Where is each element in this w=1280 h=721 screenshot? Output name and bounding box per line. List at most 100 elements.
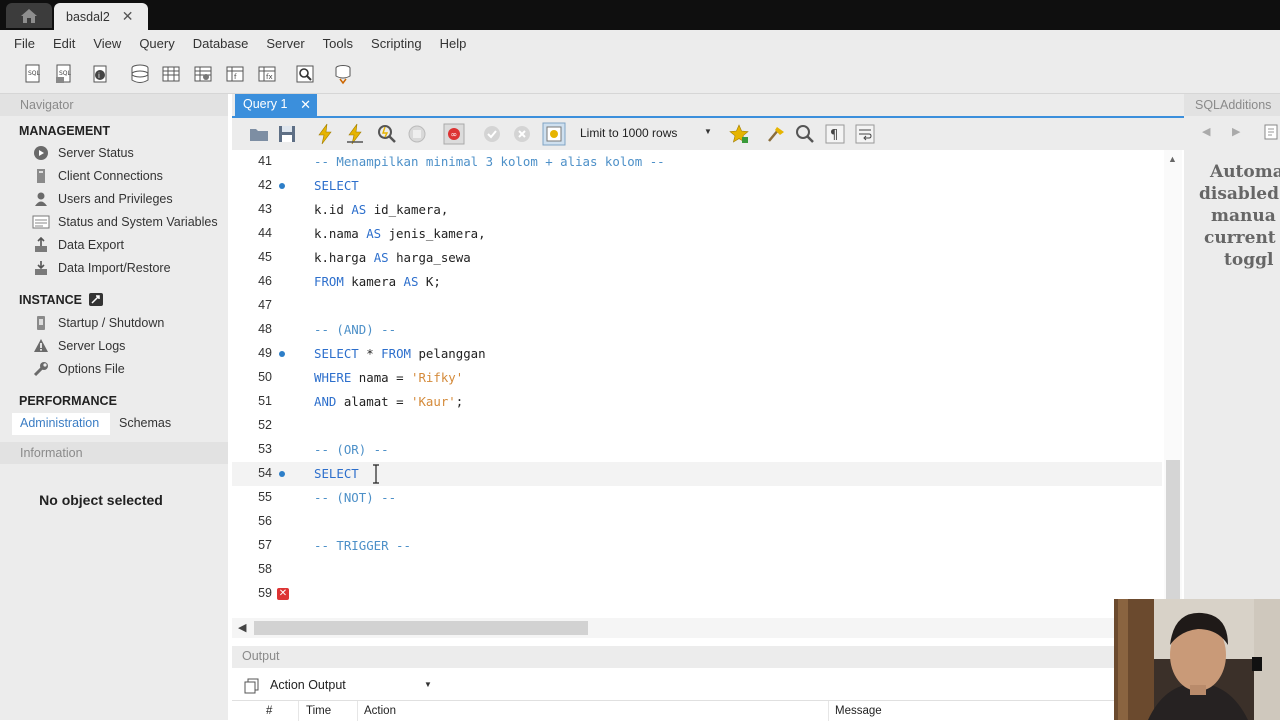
help-text-line: manua xyxy=(1211,206,1276,226)
create-function-icon[interactable]: fx xyxy=(256,63,278,85)
editor-vertical-scrollbar[interactable]: ▲ xyxy=(1164,150,1182,618)
sql-additions-header: SQLAdditions xyxy=(1184,94,1280,116)
reconnect-icon[interactable] xyxy=(332,63,354,85)
error-marker-icon[interactable]: ✕ xyxy=(277,588,289,600)
tab-administration[interactable]: Administration xyxy=(12,413,110,435)
wrench-icon xyxy=(32,361,50,377)
webcam-overlay xyxy=(1114,599,1280,720)
connection-tab[interactable]: basdal2 ✕ xyxy=(54,3,148,30)
commit-icon[interactable] xyxy=(481,123,503,145)
management-title: MANAGEMENT xyxy=(19,124,110,138)
new-sql-tab-icon[interactable]: SQL xyxy=(22,63,44,85)
code-line-current: 54 SELECT xyxy=(232,462,1162,486)
vertical-scroll-thumb[interactable] xyxy=(1166,460,1180,618)
code-line: 52 xyxy=(232,414,1162,438)
svg-text:SQL: SQL xyxy=(28,70,41,77)
nav-item-label: Data Export xyxy=(58,238,125,252)
svg-text:i: i xyxy=(98,72,100,80)
toggle-error-stop-icon[interactable]: ∞ xyxy=(443,123,465,145)
nav-startup-shutdown[interactable]: Startup / Shutdown xyxy=(32,313,164,333)
nav-server-logs[interactable]: Server Logs xyxy=(32,336,125,356)
column-header-message[interactable]: Message xyxy=(835,705,882,717)
chevron-down-icon[interactable]: ▼ xyxy=(704,127,712,136)
menu-database[interactable]: Database xyxy=(187,36,257,51)
inspector-icon[interactable]: i xyxy=(90,63,112,85)
presenter-video xyxy=(1114,599,1280,720)
help-text-line: toggl xyxy=(1224,250,1274,270)
status-variables-icon xyxy=(32,214,50,230)
menu-file[interactable]: File xyxy=(8,36,43,51)
code-text: k.nama AS jenis_kamera, xyxy=(314,226,486,241)
menu-view[interactable]: View xyxy=(87,36,129,51)
explain-icon[interactable] xyxy=(376,123,398,145)
main-toolbar: SQL SQL i f fx xyxy=(0,56,1280,94)
code-text: -- Menampilkan minimal 3 kolom + alias k… xyxy=(314,154,665,169)
execute-current-icon[interactable] xyxy=(344,123,366,145)
stop-icon[interactable] xyxy=(406,123,428,145)
word-wrap-icon[interactable] xyxy=(854,123,876,145)
line-number: 41 xyxy=(258,154,272,168)
snippet-icon[interactable] xyxy=(1264,124,1278,140)
column-header-action[interactable]: Action xyxy=(364,705,396,717)
code-line: 43 k.id AS id_kamera, xyxy=(232,198,1162,222)
menu-help[interactable]: Help xyxy=(434,36,475,51)
code-text: -- TRIGGER -- xyxy=(314,538,411,553)
sql-editor[interactable]: 41 -- Menampilkan minimal 3 kolom + alia… xyxy=(232,150,1162,618)
client-connections-icon xyxy=(32,168,50,184)
scroll-left-icon[interactable]: ◀ xyxy=(238,621,246,634)
create-schema-icon[interactable] xyxy=(129,63,151,85)
add-snippet-icon[interactable] xyxy=(728,123,750,145)
create-procedure-icon[interactable]: f xyxy=(224,63,246,85)
nav-item-label: Server Logs xyxy=(58,339,126,353)
sql-additions-nav: ◀ ▶ xyxy=(1184,118,1280,148)
menu-server[interactable]: Server xyxy=(260,36,312,51)
horizontal-scroll-thumb[interactable] xyxy=(254,621,588,635)
copy-icon[interactable] xyxy=(244,678,260,694)
menu-tools[interactable]: Tools xyxy=(317,36,361,51)
nav-users-privileges[interactable]: Users and Privileges xyxy=(32,189,173,209)
column-header-time[interactable]: Time xyxy=(306,705,331,717)
find-icon[interactable] xyxy=(794,123,816,145)
home-tab[interactable] xyxy=(6,3,52,28)
invisible-chars-icon[interactable]: ¶ xyxy=(824,123,846,145)
back-arrow-icon[interactable]: ◀ xyxy=(1202,125,1210,138)
create-table-icon[interactable] xyxy=(160,63,182,85)
save-icon[interactable] xyxy=(276,123,298,145)
chevron-down-icon[interactable]: ▼ xyxy=(424,680,432,689)
nav-status-variables[interactable]: Status and System Variables xyxy=(32,212,218,232)
nav-data-import[interactable]: Data Import/Restore xyxy=(32,258,171,278)
output-type-select[interactable]: Action Output xyxy=(270,678,346,692)
close-tab-icon[interactable]: ✕ xyxy=(122,8,134,25)
menu-edit[interactable]: Edit xyxy=(47,36,83,51)
close-query-tab-icon[interactable]: ✕ xyxy=(300,97,311,113)
editor-horizontal-scrollbar[interactable]: ◀ xyxy=(232,618,1182,638)
execute-icon[interactable] xyxy=(314,123,336,145)
tab-schemas[interactable]: Schemas xyxy=(112,413,212,435)
limit-rows-select[interactable]: Limit to 1000 rows xyxy=(580,126,677,140)
nav-data-export[interactable]: Data Export xyxy=(32,235,124,255)
open-file-icon[interactable] xyxy=(248,123,270,145)
autocommit-toggle-icon[interactable] xyxy=(542,122,566,146)
nav-item-label: Server Status xyxy=(58,146,134,160)
tab-query-1[interactable]: Query 1 ✕ xyxy=(235,94,317,116)
line-number: 45 xyxy=(258,250,272,264)
rollback-icon[interactable] xyxy=(511,123,533,145)
search-table-data-icon[interactable] xyxy=(294,63,316,85)
line-number: 42 xyxy=(258,178,272,192)
menu-query[interactable]: Query xyxy=(133,36,182,51)
nav-options-file[interactable]: Options File xyxy=(32,359,125,379)
create-view-icon[interactable] xyxy=(192,63,214,85)
output-toolbar: Action Output ▼ xyxy=(232,673,1132,699)
menu-bar: File Edit View Query Database Server Too… xyxy=(0,30,1280,56)
nav-client-connections[interactable]: Client Connections xyxy=(32,166,163,186)
beautify-icon[interactable] xyxy=(765,123,787,145)
open-sql-script-icon[interactable]: SQL xyxy=(53,63,75,85)
menu-scripting[interactable]: Scripting xyxy=(365,36,430,51)
nav-server-status[interactable]: Server Status xyxy=(32,143,134,163)
column-header-number[interactable]: # xyxy=(266,705,272,717)
output-table-header: # Time Action Message xyxy=(232,700,1132,721)
scroll-up-icon[interactable]: ▲ xyxy=(1168,154,1177,164)
line-number: 58 xyxy=(258,562,272,576)
forward-arrow-icon[interactable]: ▶ xyxy=(1232,125,1240,138)
line-number: 55 xyxy=(258,490,272,504)
